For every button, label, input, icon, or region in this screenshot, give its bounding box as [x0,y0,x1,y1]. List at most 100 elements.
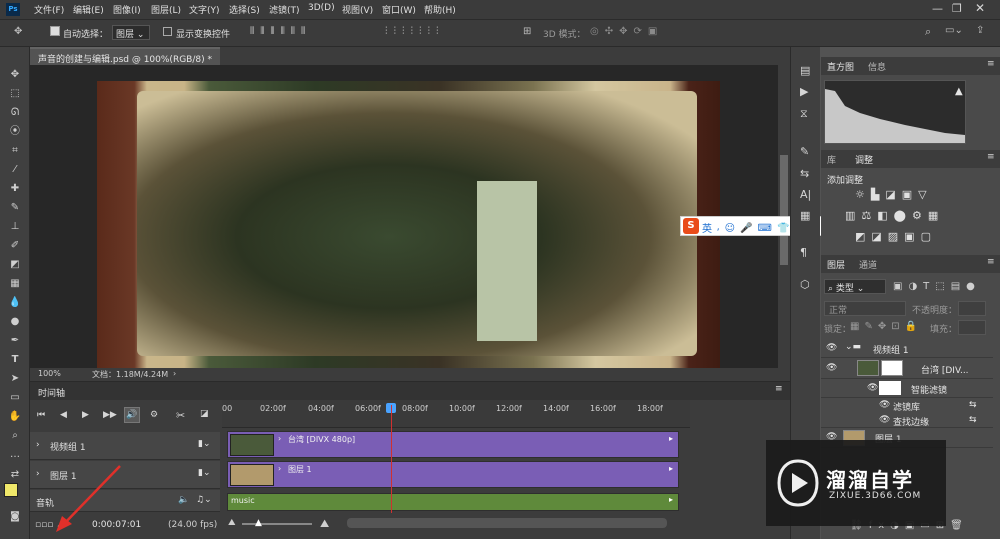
marquee-icon[interactable]: ⬚ [6,86,24,102]
quick-mask-icon[interactable]: ◙ [6,509,24,525]
clip-end-icon[interactable]: ▸ [669,464,673,473]
search-icon[interactable]: ⌕ [925,25,931,39]
menu-layer[interactable]: 图层(L) [151,3,181,16]
menu-edit[interactable]: 编辑(E) [73,3,104,16]
video-clip-layer1[interactable]: › 图层 1 ▸ [227,461,679,488]
first-frame-icon[interactable]: ⏮ [37,410,45,420]
quick-select-icon[interactable]: ⦿ [6,124,24,140]
zoom-out-icon[interactable]: ⛰ [228,518,236,528]
music-note-icon[interactable]: ♫⌄ [196,495,212,505]
document-image[interactable] [97,81,720,368]
history-panel-icon[interactable]: ⧖ [800,107,808,121]
zoom-level[interactable]: 100% [38,369,61,378]
zoom-slider-handle[interactable]: ▲ [255,518,262,528]
status-arrow-icon[interactable]: › [173,369,176,378]
clip-end-icon[interactable]: ▸ [669,434,673,443]
expand-chevron-icon[interactable]: › [36,469,40,479]
zoom-icon[interactable]: ⌕ [6,428,24,444]
sogou-icon[interactable]: S [683,218,699,234]
layer-filter-dropdown[interactable]: ⌕ 类型 ⌄ [824,279,886,294]
layer-row-filter-gallery[interactable]: 👁 滤镜库 ⇆ [821,398,993,413]
play-icon[interactable]: ▶ [82,410,89,420]
ime-lang-label[interactable]: 英 [702,220,712,235]
menu-select[interactable]: 选择(S) [229,3,260,16]
paragraph-panel-icon[interactable]: ¶ [800,246,807,259]
settings-gear-icon[interactable]: ⚙ [150,410,158,420]
stamp-icon[interactable]: ⊥ [6,219,24,235]
styles-panel-icon[interactable]: ▦ [800,209,810,222]
warning-icon[interactable]: ▲ [955,86,963,97]
menu-help[interactable]: 帮助(H) [424,3,456,16]
layer-row-taiwan[interactable]: 👁 台湾 [DIV... [821,358,993,379]
audio-toggle-icon[interactable]: 🔊 [124,407,140,423]
adjust-icons-row2[interactable]: ▥⚖◧⬤⚙▦ [845,209,944,222]
properties-panel-icon[interactable]: ⇆ [800,167,809,180]
menu-filter[interactable]: 滤镜(T) [269,3,300,16]
brush-panel-icon[interactable]: ✎ [800,145,809,158]
lock-icons[interactable]: ▦✎✥⊡🔒 [850,321,922,332]
visibility-eye-icon[interactable]: 👁 [879,400,890,410]
eyedropper-icon[interactable]: ⁄ [6,162,24,178]
menu-window[interactable]: 窗口(W) [382,3,416,16]
scroll-thumb[interactable] [780,155,788,265]
histogram-panel-icon[interactable]: ▤ [800,64,810,77]
close-icon[interactable]: ✕ [975,1,985,15]
transition-icon[interactable]: ◪ [200,409,209,419]
clip-end-icon[interactable]: ▸ [669,495,673,504]
align-icons[interactable]: ⫴⫴⫴⫴⫴⫴ [250,26,311,37]
menu-image[interactable]: 图像(I) [113,3,141,16]
more-tools-icon[interactable]: … [6,447,24,463]
menu-type[interactable]: 文字(Y) [189,3,220,16]
adjust-icons-row1[interactable]: ☼▙◪▣▽ [855,188,933,201]
tab-adjust[interactable]: 调整 [855,153,873,166]
foreground-color[interactable] [4,483,18,497]
tab-library[interactable]: 库 [827,153,836,166]
visibility-eye-icon[interactable]: 👁 [826,343,837,353]
timeline-hscroll[interactable] [347,518,667,528]
character-panel-icon[interactable]: A| [800,188,811,201]
audio-clip-music[interactable]: music ▸ [227,493,679,511]
menu-file[interactable]: 文件(F) [34,3,64,16]
adjust-icons-row3[interactable]: ◩◪▨▣▢ [855,230,937,243]
healing-icon[interactable]: ✚ [6,181,24,197]
next-frame-icon[interactable]: ▶▶ [103,410,117,420]
timeline-zoom-slider[interactable] [242,523,312,525]
layer-filter-icons[interactable]: ▣◑T⬚▤● [893,281,981,292]
track-header-video-group[interactable]: › 视频组 1 ▮⌄ [30,432,220,460]
show-transform-checkbox[interactable] [163,27,172,36]
move-icon[interactable]: ✥ [6,67,24,83]
filter-options-icon[interactable]: ⇆ [969,400,977,410]
3d-mode-icons[interactable]: ◎✣✥⟳▣ [590,26,663,37]
document-tab[interactable]: 声音的创建与编辑.psd @ 100%(RGB/8) * × [30,47,227,65]
pen-icon[interactable]: ✒ [6,333,24,349]
mute-audio-icon[interactable]: 🔈 [178,495,189,505]
auto-select-dropdown[interactable]: 图层 ⌄ [112,25,150,40]
prev-frame-icon[interactable]: ◀ [60,410,67,420]
split-scissors-icon[interactable]: ✂ [176,409,185,422]
visibility-eye-icon[interactable]: 👁 [879,415,890,425]
fill-field[interactable] [958,320,986,335]
path-select-icon[interactable]: ➤ [6,371,24,387]
blur-icon[interactable]: 💧 [6,295,24,311]
panel-menu-icon[interactable]: ≡ [987,257,995,267]
expand-chevron-icon[interactable]: › [36,440,40,450]
3d-panel-icon[interactable]: ⬡ [800,278,810,291]
layer-row-video-group[interactable]: 👁 ⌄▬ 视频组 1 [821,339,993,358]
eraser-icon[interactable]: ◩ [6,257,24,273]
distribute-icons[interactable]: ⫶⫶⫶⫶⫶⫶⫶ [385,26,445,37]
zoom-in-icon[interactable]: ⛰ [320,517,329,531]
clip-chevron-icon[interactable]: › [278,434,281,443]
timeline-menu-icon[interactable]: ≡ [775,384,783,394]
layer-row-smart-filters[interactable]: 👁 智能滤镜 [821,379,993,398]
history-brush-icon[interactable]: ✐ [6,238,24,254]
panel-menu-icon[interactable]: ≡ [987,59,995,69]
menu-view[interactable]: 视图(V) [342,3,373,16]
restore-icon[interactable]: ❐ [952,2,962,15]
filter-options-icon[interactable]: ⇆ [969,415,977,425]
gradient-icon[interactable]: ▦ [6,276,24,292]
video-clip-taiwan[interactable]: › 台湾 [DIVX 480p] ▸ [227,431,679,458]
ps-logo-icon[interactable]: Ps [6,3,20,16]
visibility-eye-icon[interactable]: 👁 [826,363,837,373]
visibility-eye-icon[interactable]: 👁 [867,383,878,393]
clip-chevron-icon[interactable]: › [278,464,281,473]
